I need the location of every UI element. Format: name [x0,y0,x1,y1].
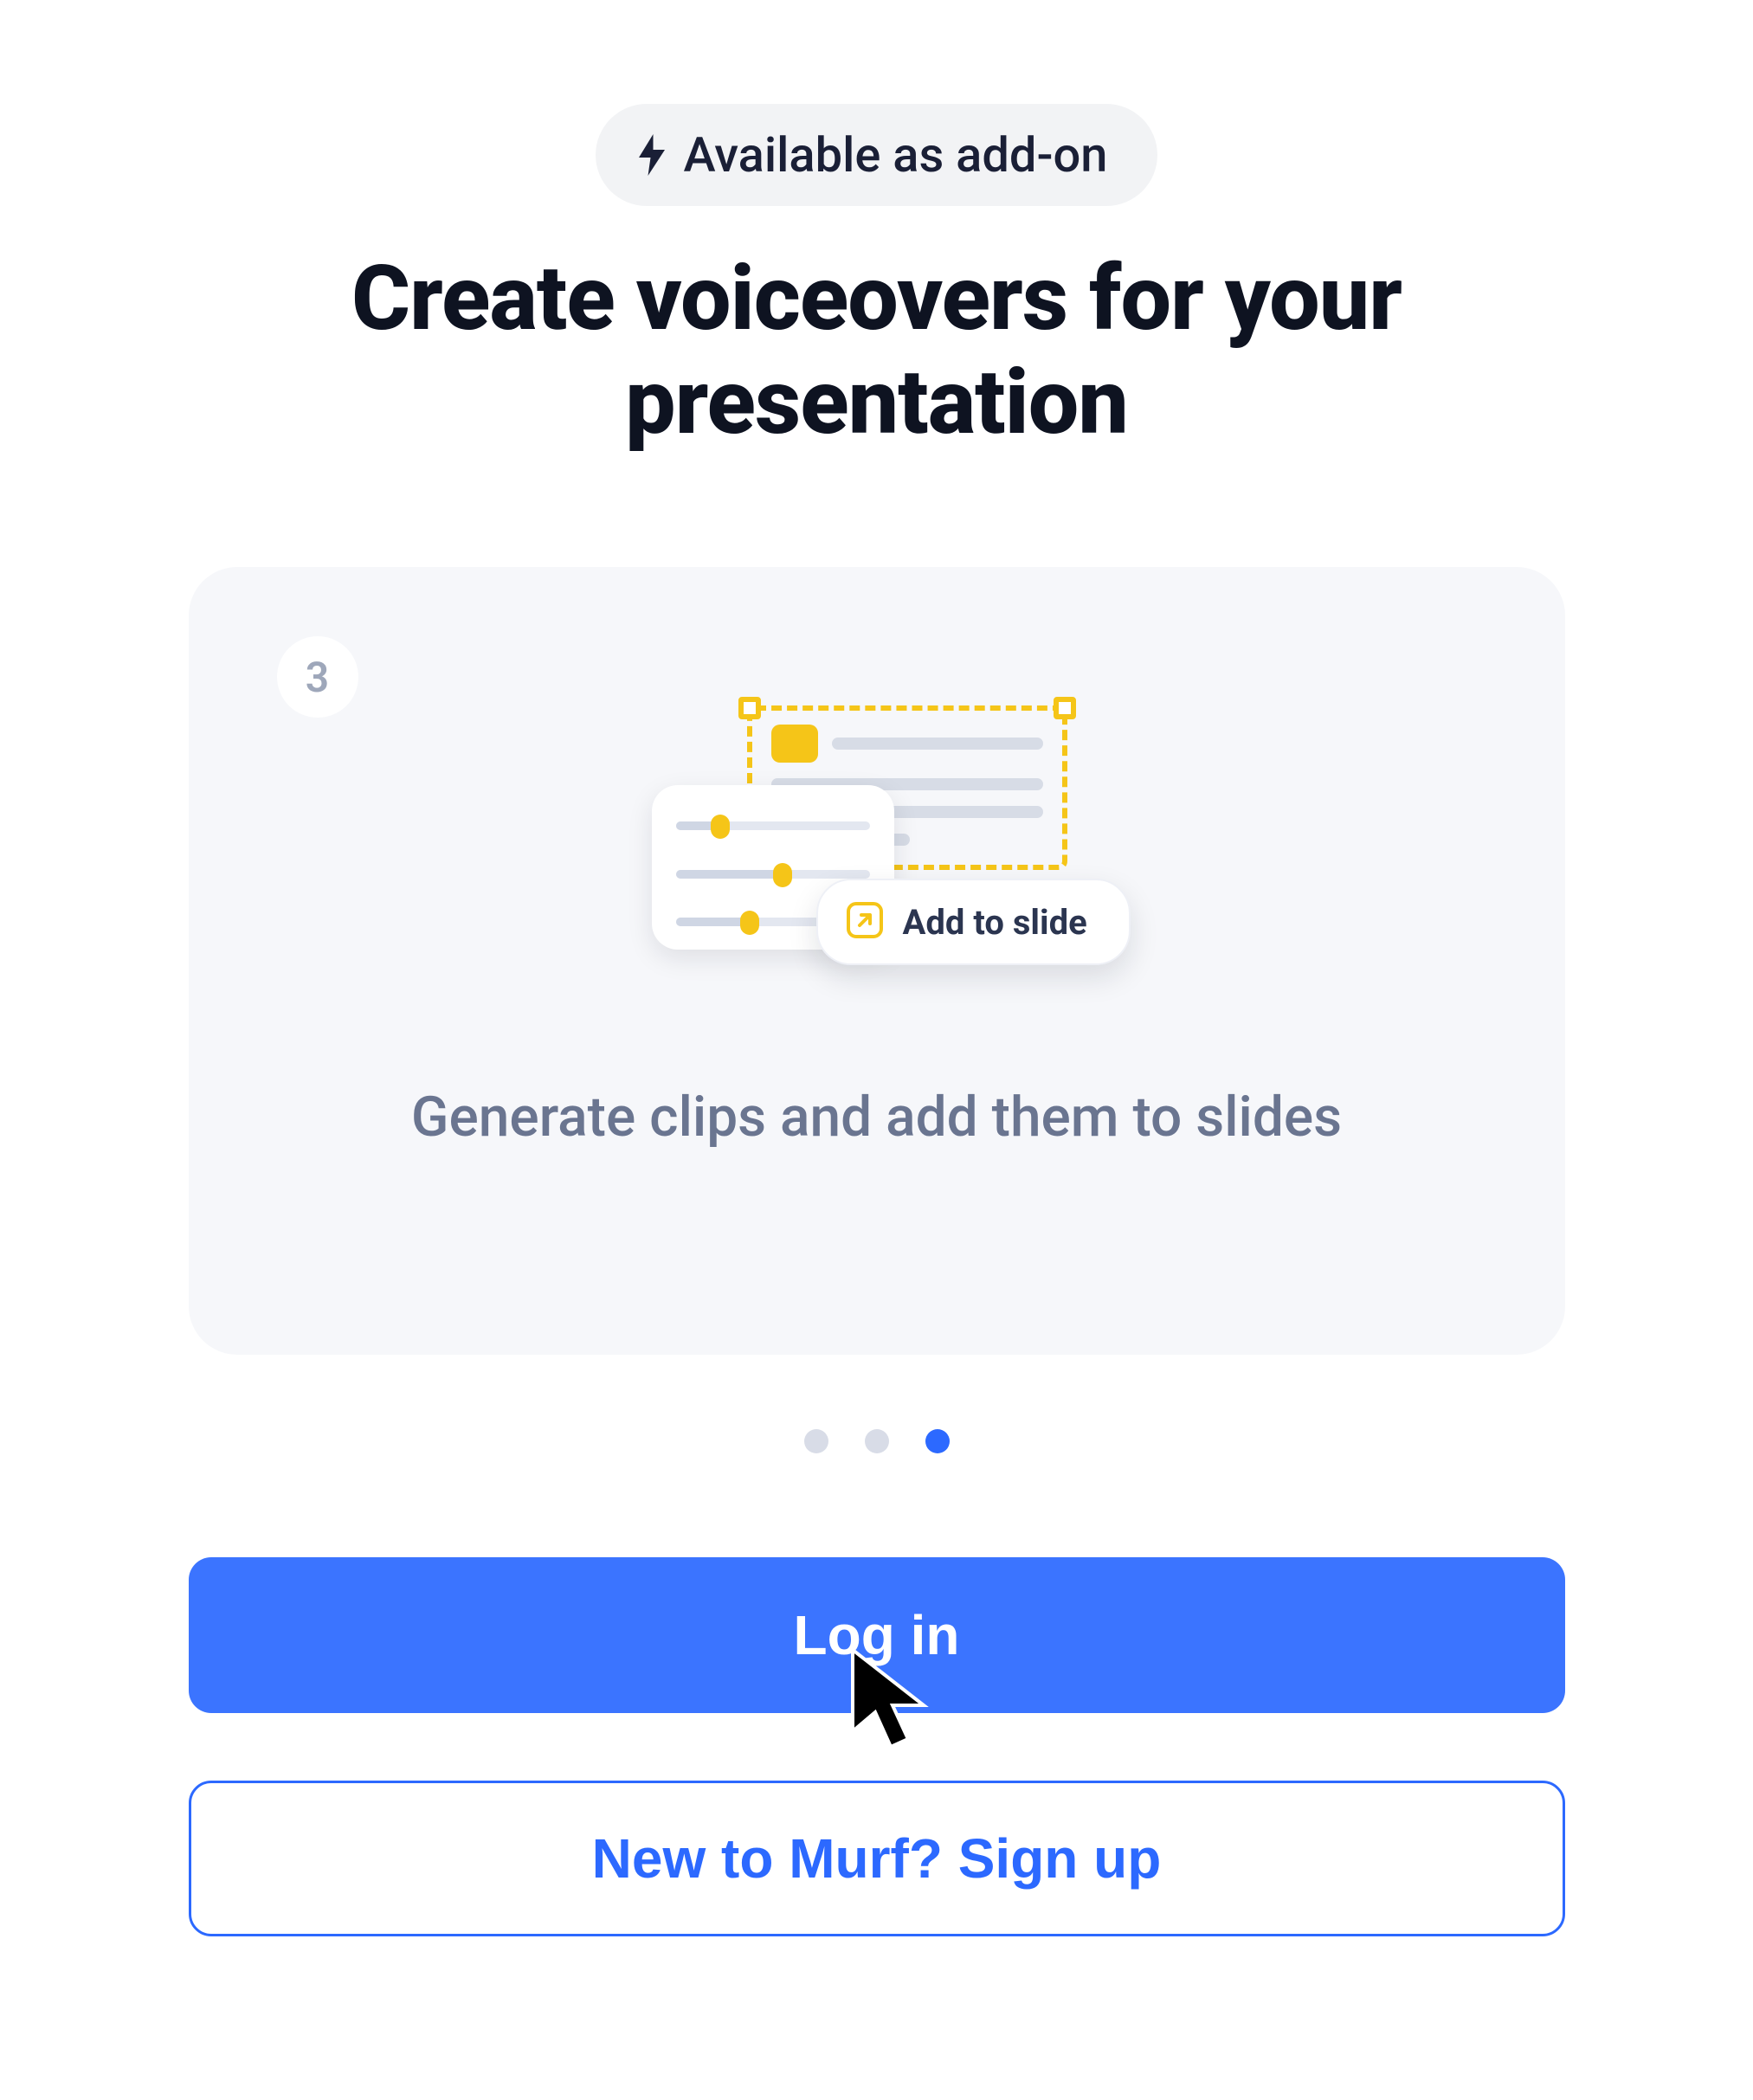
text-block-icon [771,725,818,763]
pagination-dot[interactable] [804,1429,828,1453]
addon-badge: Available as add-on [596,104,1158,206]
signup-button[interactable]: New to Murf? Sign up [189,1781,1565,1936]
pagination-dot[interactable] [865,1429,889,1453]
lightning-icon [635,134,668,176]
pagination-dot[interactable] [925,1429,950,1453]
onboarding-card: 3 [189,567,1565,1355]
step-number-badge: 3 [277,636,358,718]
export-arrow-icon [846,901,884,943]
login-button[interactable]: Log in [189,1557,1565,1713]
resize-handle-icon [738,697,761,719]
addon-badge-label: Available as add-on [684,126,1108,184]
illustration: Add to slide [600,705,1154,1000]
page-title: Create voiceovers for your presentation [184,248,1569,454]
add-to-slide-chip-label: Add to slide [903,902,1087,943]
add-to-slide-chip: Add to slide [816,879,1131,965]
resize-handle-icon [1054,697,1076,719]
card-caption: Generate clips and add them to slides [189,1078,1565,1158]
pagination-dots [804,1429,950,1453]
